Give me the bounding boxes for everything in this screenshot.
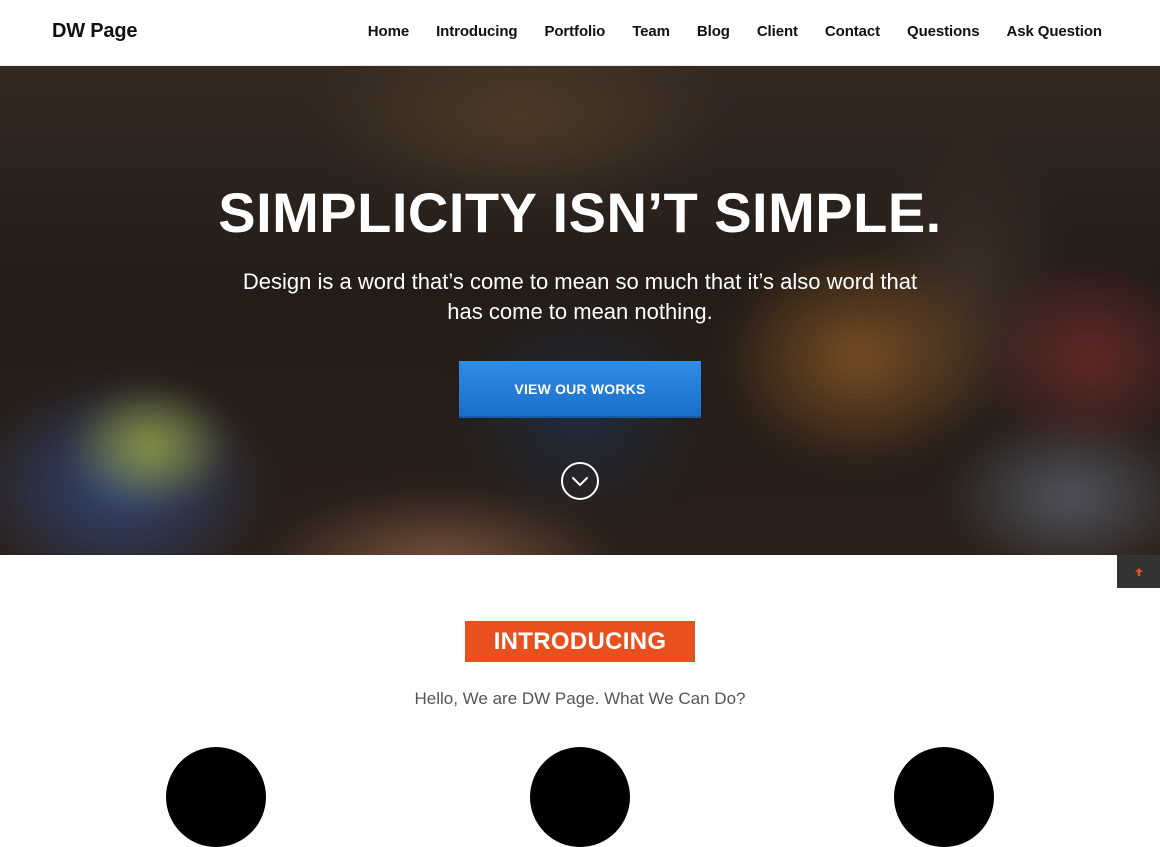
nav-item-contact: Contact [825,23,880,41]
nav-link-contact[interactable]: Contact [825,23,880,40]
main-nav: Home Introducing Portfolio Team Blog Cli… [368,23,1102,41]
nav-item-ask-question: Ask Question [1007,23,1103,41]
nav-link-client[interactable]: Client [757,23,798,40]
hero-section: SIMPLICITY ISN’T SIMPLE. Design is a wor… [0,66,1160,555]
nav-link-questions[interactable]: Questions [907,23,980,40]
feature-icon-circle [166,747,266,847]
hero-subtitle: Design is a word that’s come to mean so … [242,269,918,324]
nav-item-portfolio: Portfolio [544,23,605,41]
section-title-badge: INTRODUCING [465,621,695,662]
nav-item-team: Team [632,23,670,41]
hero-title: SIMPLICITY ISN’T SIMPLE. [218,181,942,244]
feature-icon-circle [530,747,630,847]
nav-item-client: Client [757,23,798,41]
feature-icon-circle [894,747,994,847]
scroll-down-button[interactable] [561,462,599,500]
section-subtitle: Hello, We are DW Page. What We Can Do? [414,689,746,708]
nav-item-home: Home [368,23,409,41]
nav-link-blog[interactable]: Blog [697,23,730,40]
arrow-up-icon [1134,567,1143,576]
site-logo[interactable]: DW Page [52,20,137,43]
nav-link-ask-question[interactable]: Ask Question [1007,23,1103,40]
nav-link-home[interactable]: Home [368,23,409,40]
nav-item-questions: Questions [907,23,980,41]
nav-item-introducing: Introducing [436,23,517,41]
nav-link-team[interactable]: Team [632,23,670,40]
nav-link-introducing[interactable]: Introducing [436,23,517,40]
nav-item-blog: Blog [697,23,730,41]
back-to-top-button[interactable] [1117,555,1160,588]
chevron-down-icon [572,477,588,486]
view-our-works-button[interactable]: VIEW OUR WORKS [459,361,701,418]
site-header: DW Page Home Introducing Portfolio Team … [0,0,1160,66]
nav-link-portfolio[interactable]: Portfolio [544,23,605,40]
